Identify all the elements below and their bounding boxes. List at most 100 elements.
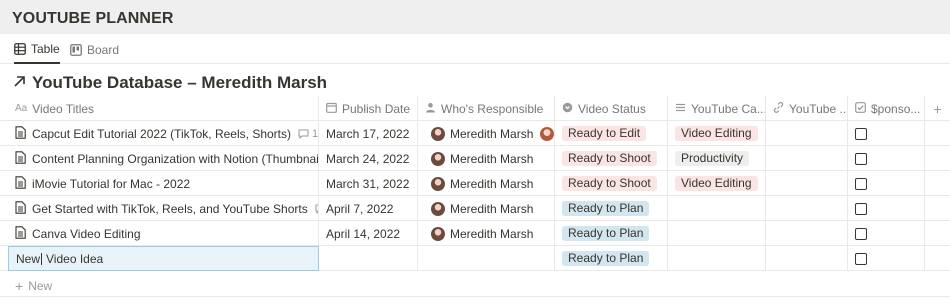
publish-date-cell[interactable]: April 14, 2022 [319,221,418,246]
tab-table[interactable]: Table [14,36,60,64]
status-cell[interactable]: Ready to Plan [555,246,668,271]
column-header-whos-responsible[interactable]: Who's Responsible [418,96,555,121]
category-cell[interactable]: Video Editing [668,171,766,196]
category-cell[interactable]: Productivity [668,146,766,171]
comment-count[interactable]: 1 [298,128,318,140]
responsible-cell[interactable] [418,246,555,271]
tab-board[interactable]: Board [70,36,119,64]
person-name: Meredith Marsh [450,151,534,166]
table-row[interactable]: Get Started with TikTok, Reels, and YouT… [0,196,950,221]
column-label: $ponso... [871,101,921,116]
table-row[interactable]: Canva Video Editing April 14, 2022 Mered… [0,221,950,246]
checkbox-icon [855,101,866,116]
status-cell[interactable]: Ready to Plan [555,221,668,246]
column-label: YouTube ... [789,101,848,116]
plus-icon: + [15,278,24,294]
page-icon [15,150,26,167]
column-header-publish-date[interactable]: Publish Date [319,96,418,121]
sponsored-checkbox[interactable] [855,127,867,140]
table-row[interactable]: Capcut Edit Tutorial 2022 (TikTok, Reels… [0,121,950,146]
sponsored-cell[interactable] [848,121,925,146]
database-title-text: YouTube Database – Meredith Marsh [32,73,328,92]
column-header-video-status[interactable]: Video Status [555,96,668,121]
add-column-button[interactable]: + [925,96,950,121]
title-cell[interactable]: Get Started with TikTok, Reels, and YouT… [8,196,319,221]
person-icon [425,102,436,116]
link-cell[interactable] [766,146,848,171]
page-icon [15,175,26,192]
column-header-youtube-category[interactable]: YouTube Ca... [668,96,766,121]
table-row-editing[interactable]: New Video Idea Ready to Plan [0,246,950,271]
title-input[interactable]: New Video Idea [8,246,319,271]
video-title: Content Planning Organization with Notio… [32,151,319,166]
add-new-row-button[interactable]: + New [15,278,52,294]
responsible-cell[interactable]: Meredith Marsh [418,171,555,196]
title-cell[interactable]: Canva Video Editing [8,221,319,246]
column-header-video-titles[interactable]: Aa Video Titles [8,96,319,121]
sponsored-cell[interactable] [848,246,925,271]
add-new-label: New [28,279,53,293]
publish-date-cell[interactable]: April 7, 2022 [319,196,418,221]
column-header-sponsored[interactable]: $ponso... [848,96,925,121]
link-cell[interactable] [766,246,848,271]
status-cell[interactable]: Ready to Shoot [555,171,668,196]
avatar [431,176,445,191]
column-label: Video Status [578,101,646,116]
sponsored-cell[interactable] [848,196,925,221]
responsible-cell[interactable]: Meredith Marsh [418,221,555,246]
responsible-cell[interactable]: Meredith Marsh K [418,121,555,146]
table-row[interactable]: Content Planning Organization with Notio… [0,146,950,171]
publish-date-cell[interactable]: March 17, 2022 [319,121,418,146]
link-cell[interactable] [766,196,848,221]
title-cell[interactable]: iMovie Tutorial for Mac - 2022 [8,171,319,196]
video-title: iMovie Tutorial for Mac - 2022 [32,176,191,191]
link-cell[interactable] [766,171,848,196]
page-icon [15,200,26,217]
title-input-text-end: Video Idea [46,251,104,266]
sponsored-checkbox[interactable] [855,177,867,190]
view-tabs: Table Board [0,36,950,64]
link-cell[interactable] [766,121,848,146]
header-bar: YOUTUBE PLANNER [0,0,950,34]
sponsored-checkbox[interactable] [855,202,867,215]
title-cell[interactable]: Content Planning Organization with Notio… [8,146,319,171]
person-name: Meredith Marsh [450,226,534,241]
category-tag: Video Editing [675,176,758,191]
category-cell[interactable]: Video Editing [668,121,766,146]
table-header-row: Aa Video Titles Publish Date Who's Respo… [0,96,950,121]
sponsored-cell[interactable] [848,146,925,171]
status-cell[interactable]: Ready to Plan [555,196,668,221]
publish-date-cell[interactable]: March 31, 2022 [319,171,418,196]
publish-date-cell[interactable] [319,246,418,271]
column-header-youtube-link[interactable]: YouTube ... [766,96,848,121]
sponsored-cell[interactable] [848,221,925,246]
video-title: Capcut Edit Tutorial 2022 (TikTok, Reels… [32,126,291,141]
list-icon [675,102,686,116]
sponsored-cell[interactable] [848,171,925,196]
category-cell[interactable] [668,221,766,246]
status-cell[interactable]: Ready to Shoot [555,146,668,171]
text-cursor [41,252,45,265]
sponsored-checkbox[interactable] [855,227,867,240]
avatar [540,126,554,141]
category-cell[interactable] [668,246,766,271]
status-cell[interactable]: Ready to Edit [555,121,668,146]
sponsored-checkbox[interactable] [855,252,867,265]
status-tag: Ready to Edit [562,126,647,141]
link-cell[interactable] [766,221,848,246]
category-cell[interactable] [668,196,766,221]
category-tag: Video Editing [675,126,758,141]
sponsored-checkbox[interactable] [855,152,867,165]
table-row[interactable]: iMovie Tutorial for Mac - 2022 March 31,… [0,171,950,196]
publish-date-cell[interactable]: March 24, 2022 [319,146,418,171]
page-icon [15,225,26,242]
database-title[interactable]: YouTube Database – Meredith Marsh [13,73,327,93]
status-tag: Ready to Plan [562,226,650,241]
title-cell[interactable]: Capcut Edit Tutorial 2022 (TikTok, Reels… [8,121,319,146]
divider [0,296,950,297]
column-label: Video Titles [32,101,95,116]
responsible-cell[interactable]: Meredith Marsh [418,146,555,171]
board-icon [70,44,82,56]
status-icon [562,102,573,116]
responsible-cell[interactable]: Meredith Marsh [418,196,555,221]
